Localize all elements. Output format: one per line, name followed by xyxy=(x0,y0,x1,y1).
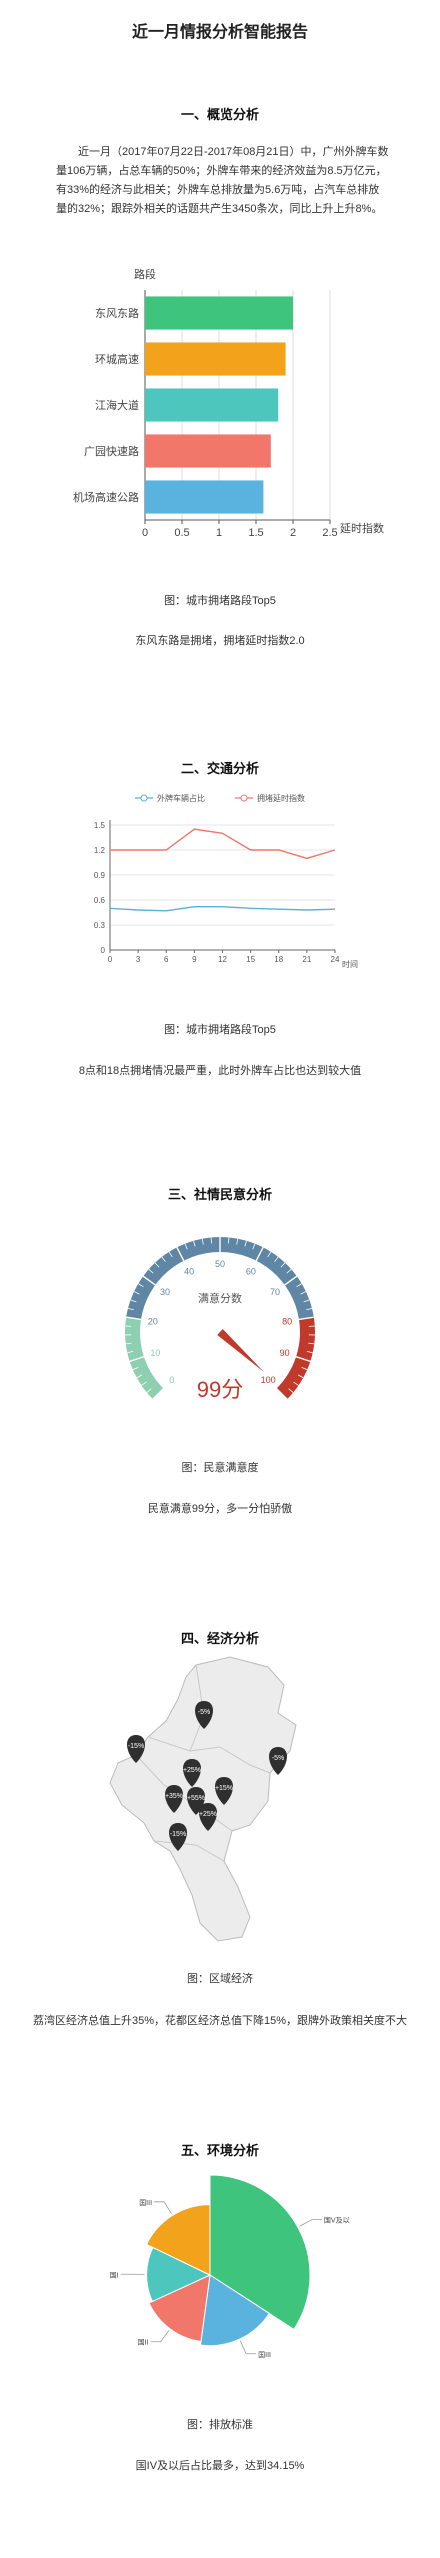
gauge-tick-label: 40 xyxy=(184,1266,194,1276)
legend-label: 拥堵延时指数 xyxy=(257,793,305,803)
rose-leader-line xyxy=(239,2340,257,2355)
map-marker-label: +35% xyxy=(165,1793,183,1800)
bar-category-label: 机场高速公路 xyxy=(73,490,139,504)
bar-chart-tick-label: 1.5 xyxy=(248,527,263,539)
economy-conclusion: 荔湾区经济总值上升35%，花都区经济总值下降15%，跟牌外政策相关度不大 xyxy=(32,2015,408,2027)
environment-caption: 图：排放标准 xyxy=(187,2419,253,2431)
gauge-band xyxy=(125,1317,164,1400)
bar-chart-tick-label: 2.5 xyxy=(322,527,337,539)
rose-slice-label: 国III xyxy=(139,2199,152,2207)
page-title: 近一月情报分析智能报告 xyxy=(131,24,308,41)
line-series xyxy=(109,905,336,912)
line-chart-ytick-label: 0.6 xyxy=(94,896,106,905)
line-chart-ytick-label: 1.5 xyxy=(94,821,106,830)
map-marker-label: +55% xyxy=(187,1795,205,1802)
gauge-tick xyxy=(227,1237,230,1244)
line-chart-xtick-label: 15 xyxy=(246,955,255,964)
gauge-band xyxy=(276,1317,315,1400)
legend-dot xyxy=(140,794,148,802)
bar-chart-tick-label: 2 xyxy=(290,527,296,539)
section-heading-overview: 一、概览分析 xyxy=(180,107,259,122)
overview-paragraph: 近一月（2017年07月22日-2017年08月21日）中，广州外牌车数量106… xyxy=(56,146,389,215)
line-chart-ytick-label: 0 xyxy=(101,946,106,955)
line-chart-xtick-label: 12 xyxy=(218,955,227,964)
legend-dot xyxy=(240,794,248,802)
map-marker-label: +25% xyxy=(199,1811,217,1818)
gauge-tick-label: 70 xyxy=(270,1287,280,1297)
opinion-caption: 图：民意满意度 xyxy=(181,1462,259,1474)
bar xyxy=(145,296,293,330)
overview-conclusion: 东风东路是拥堵，拥堵延时指数2.0 xyxy=(135,635,305,647)
bar-chart-tick-label: 0.5 xyxy=(174,527,189,539)
bar-chart-ylabel: 路段 xyxy=(134,267,156,281)
gauge-tick-label: 50 xyxy=(215,1259,225,1269)
line-chart-ytick-label: 0.9 xyxy=(94,871,106,880)
legend-label: 外牌车辆占比 xyxy=(157,793,205,803)
map-marker-label: -15% xyxy=(170,1831,186,1838)
traffic-conclusion: 8点和18点拥堵情况最严重，此时外牌车占比也达到较大值 xyxy=(78,1065,362,1077)
opinion-conclusion: 民意满意99分，多一分怕骄傲 xyxy=(147,1503,293,1515)
bar-chart-tick-label: 0 xyxy=(142,527,148,539)
line-chart-xtick-label: 0 xyxy=(108,955,113,964)
line-series xyxy=(110,828,336,860)
gauge-tick-label: 80 xyxy=(282,1316,292,1326)
rose-slice-label: 国I xyxy=(110,2271,119,2279)
gauge-tick-label: 0 xyxy=(169,1375,174,1385)
gauge-tick-label: 100 xyxy=(261,1375,276,1385)
map-marker-label: -5% xyxy=(198,1709,210,1716)
gauge-tick-label: 10 xyxy=(150,1348,160,1358)
map-marker-label: +25% xyxy=(183,1767,201,1774)
congestion-bar-chart: 路段 东风东路环城高速江海大道广园快速路机场高速公路 0 0.5 1 1.5 2 2.5 … xyxy=(73,267,384,539)
gauge-tick-label: 90 xyxy=(280,1348,290,1358)
gauge-value-label: 99分 xyxy=(197,1377,243,1402)
line-chart-xtick-label: 18 xyxy=(274,955,283,964)
line-chart-ytick-label: 0.3 xyxy=(94,921,106,930)
section-heading-economy: 四、经济分析 xyxy=(180,1631,259,1646)
bar xyxy=(145,480,264,514)
traffic-caption: 图：城市拥堵路段Top5 xyxy=(164,1024,276,1036)
bar-chart-tick-label: 1 xyxy=(216,527,222,539)
rose-slice-label: 国II xyxy=(138,2339,149,2347)
line-chart-xtick-label: 3 xyxy=(136,955,141,964)
gauge-tick-label: 60 xyxy=(246,1266,256,1276)
satisfaction-gauge: 0 10 20 30 40 50 60 70 80 90 100 满意分数 99分 xyxy=(125,1237,315,1402)
line-chart-xtick-label: 21 xyxy=(302,955,311,964)
bar-category-label: 东风东路 xyxy=(95,307,139,320)
bar xyxy=(145,388,279,422)
gauge-tick-label: 30 xyxy=(160,1287,170,1297)
line-chart-xtick-label: 6 xyxy=(164,955,169,964)
gauge-tick-label: 20 xyxy=(148,1316,158,1326)
map-marker-label: -15% xyxy=(128,1743,144,1750)
rose-slice-label: 国III xyxy=(258,2351,271,2359)
traffic-line-chart: 外牌车辆占比 拥堵延时指数 0 0.3 0.6 0.9 1.2 1.5 0 3 6 9 12 15 18 2… xyxy=(94,793,358,969)
section-heading-traffic: 二、交通分析 xyxy=(180,761,259,776)
bar xyxy=(145,434,271,468)
environment-conclusion: 国IV及以后占比最多，达到34.15% xyxy=(135,2460,305,2472)
section-heading-opinion: 三、社情民意分析 xyxy=(167,1187,272,1202)
line-chart-xtick-label: 9 xyxy=(192,955,197,964)
rose-slice-label: 国V及以后 xyxy=(324,2216,350,2225)
gauge-pointer xyxy=(217,1329,265,1373)
section-heading-environment: 五、环境分析 xyxy=(180,2143,259,2158)
rose-leader-line xyxy=(154,2201,172,2214)
map-marker-label: -5% xyxy=(272,1755,284,1762)
emission-rose-chart: 国V及以后国III国II国I国III xyxy=(110,2174,350,2359)
district-map: -15% -5% -5% +25% +15% +35% +55% +25% -15% xyxy=(109,1656,297,1942)
bar-category-label: 环城高速 xyxy=(95,352,139,366)
bar-category-label: 江海大道 xyxy=(95,398,139,412)
bar xyxy=(145,342,286,376)
line-chart-ytick-label: 1.2 xyxy=(94,846,106,855)
rose-leader-line xyxy=(150,2330,170,2343)
bar-chart-xlabel: 延时指数 xyxy=(340,521,384,535)
line-chart-xlabel: 时间 xyxy=(342,959,358,969)
overview-caption: 图：城市拥堵路段Top5 xyxy=(164,595,276,607)
gauge-tick xyxy=(210,1237,213,1244)
gauge-title: 满意分数 xyxy=(198,1291,242,1305)
rose-leader-line xyxy=(299,2219,322,2227)
map-marker-label: +15% xyxy=(215,1785,233,1792)
bar-category-label: 广园快速路 xyxy=(84,445,139,458)
economy-caption: 图：区域经济 xyxy=(187,1973,253,1985)
line-chart-xtick-label: 24 xyxy=(331,955,340,964)
